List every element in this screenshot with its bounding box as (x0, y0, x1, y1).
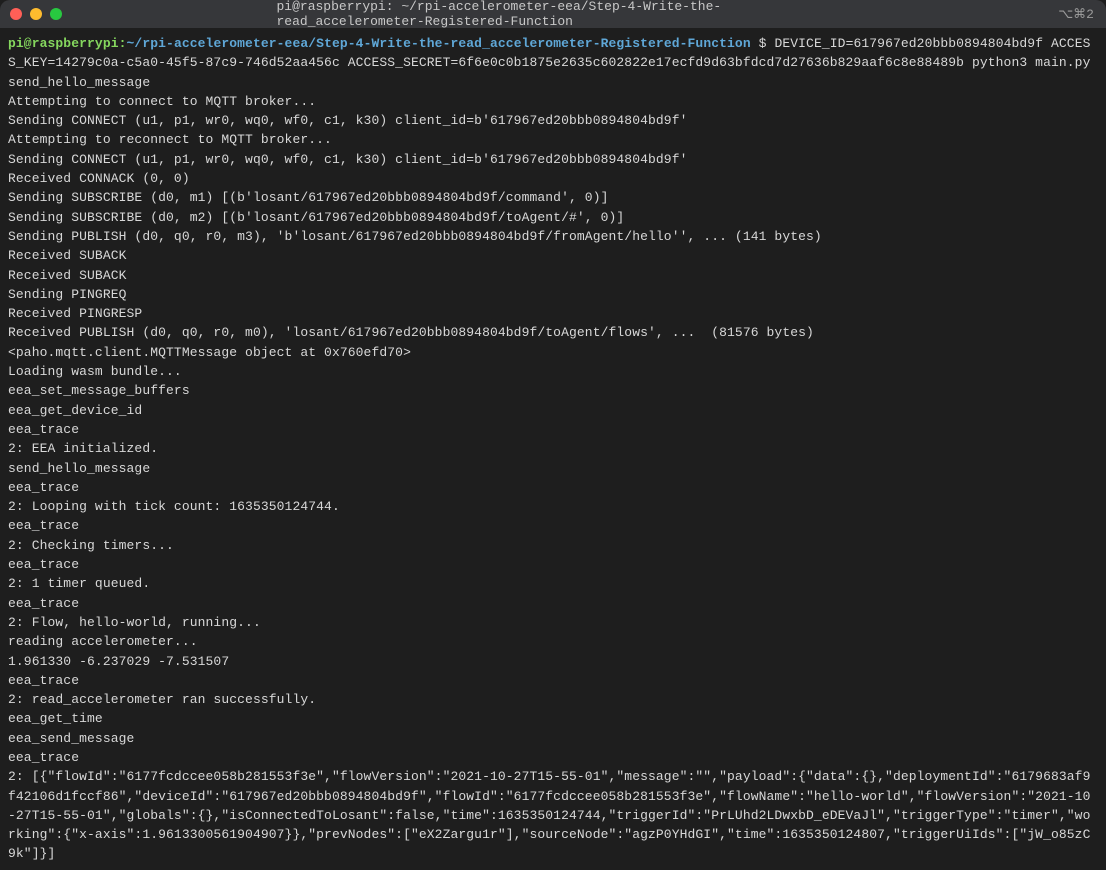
prompt-dollar: $ (751, 36, 775, 51)
terminal-body[interactable]: pi@raspberrypi:~/rpi-accelerometer-eea/S… (0, 28, 1106, 870)
prompt-separator: : (119, 36, 127, 51)
titlebar: pi@raspberrypi: ~/rpi-accelerometer-eea/… (0, 0, 1106, 28)
output-container: send_hello_message Attempting to connect… (8, 75, 1090, 862)
prompt-path: ~/rpi-accelerometer-eea/Step-4-Write-the… (127, 36, 751, 51)
tab-indicator: ⌥⌘2 (1058, 7, 1094, 22)
maximize-button[interactable] (50, 8, 62, 20)
close-button[interactable] (10, 8, 22, 20)
traffic-lights (10, 8, 62, 20)
window-title: pi@raspberrypi: ~/rpi-accelerometer-eea/… (277, 0, 830, 29)
minimize-button[interactable] (30, 8, 42, 20)
prompt-user-host: pi@raspberrypi (8, 36, 119, 51)
